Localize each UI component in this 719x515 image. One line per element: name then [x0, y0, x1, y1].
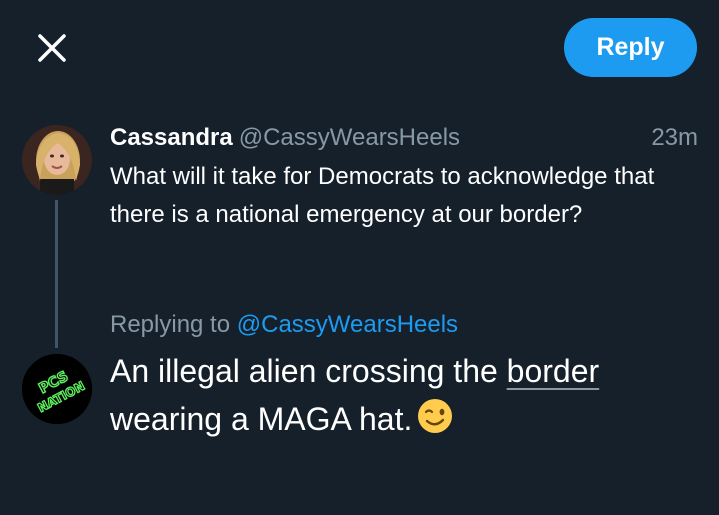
replying-to-label: Replying to: [110, 311, 231, 338]
close-icon: [38, 34, 66, 62]
reply-text-area[interactable]: An illegal alien crossing the border wea…: [110, 347, 700, 448]
replying-to-mention[interactable]: @CassyWearsHeels: [237, 311, 458, 338]
reply-button[interactable]: Reply: [564, 18, 697, 77]
pcs-nation-logo: PCS NATION: [22, 354, 92, 424]
close-button[interactable]: [30, 26, 74, 70]
avatar-pcs-nation[interactable]: PCS NATION: [22, 354, 92, 424]
original-tweet-text: What will it take for Democrats to ackno…: [110, 163, 655, 228]
author-name[interactable]: Cassandra: [110, 124, 233, 151]
author-handle[interactable]: @CassyWearsHeels: [239, 124, 460, 151]
tweet-timestamp: 23m: [651, 124, 698, 151]
thread-connector-line: [55, 200, 58, 348]
compose-header: Reply: [0, 0, 719, 96]
replying-to-line: Replying to @CassyWearsHeels: [110, 307, 458, 343]
reply-text-start: An illegal alien crossing the: [110, 353, 507, 389]
profile-photo: [22, 125, 92, 195]
avatar-cassandra[interactable]: [22, 125, 92, 195]
reply-text-end: wearing a MAGA hat.: [110, 401, 413, 437]
original-tweet-header: Cassandra @CassyWearsHeels 23m: [110, 120, 700, 156]
winking-face-emoji-icon: [416, 397, 454, 448]
reply-text-underlined-word[interactable]: border: [507, 353, 600, 389]
